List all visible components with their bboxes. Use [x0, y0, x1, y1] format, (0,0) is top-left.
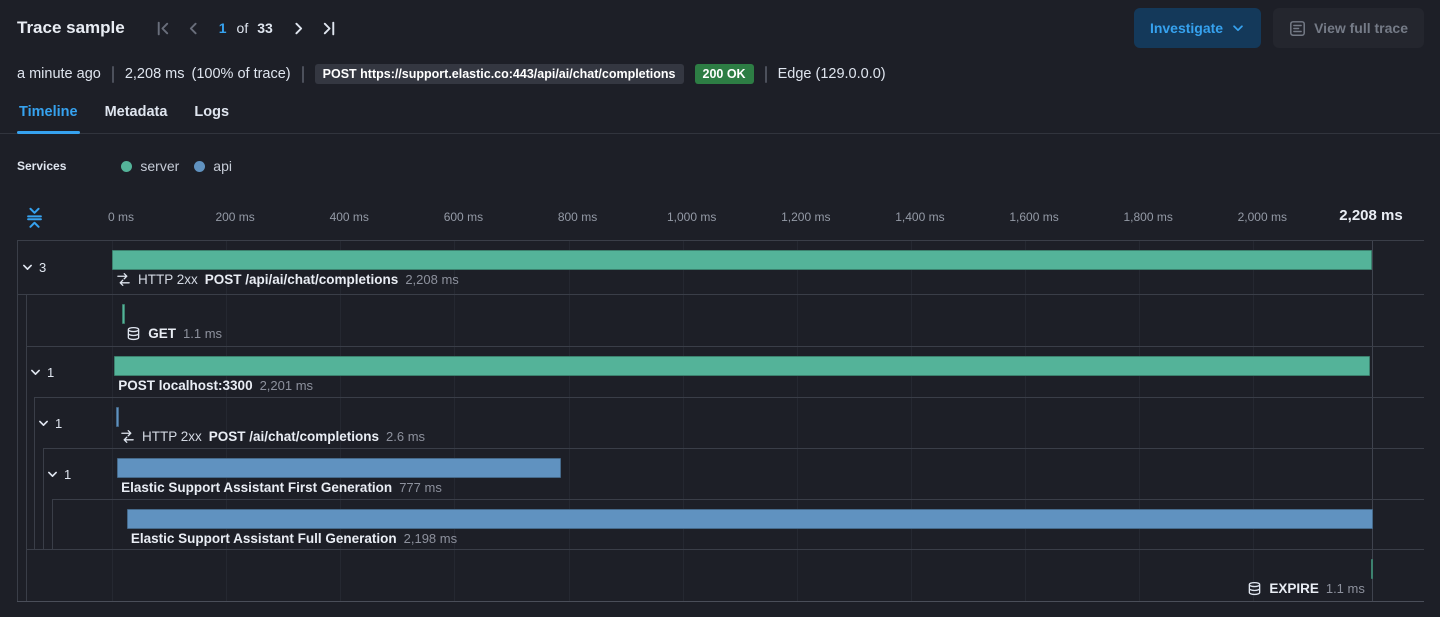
axis-tick-label: 2,000 ms	[1238, 210, 1287, 224]
row-separator	[17, 601, 1424, 602]
span-result: HTTP 2xx	[142, 429, 202, 444]
axis-tick-label: 1,000 ms	[667, 210, 716, 224]
span-bar[interactable]	[114, 356, 1370, 376]
child-count: 1	[64, 467, 71, 482]
axis-tick-label: 0 ms	[108, 210, 134, 224]
accordion-toggle[interactable]: 1	[46, 467, 71, 482]
chevron-down-icon	[29, 366, 42, 379]
database-icon	[126, 326, 141, 341]
row-separator	[43, 448, 1424, 449]
span-name: POST /api/ai/chat/completions	[205, 272, 399, 287]
child-count: 3	[39, 260, 46, 275]
accordion-toggle[interactable]: 1	[37, 416, 62, 431]
span-result: HTTP 2xx	[138, 272, 198, 287]
child-count: 1	[55, 416, 62, 431]
row-separator	[17, 240, 1424, 241]
span-name: Elastic Support Assistant Full Generatio…	[131, 531, 397, 546]
span-label[interactable]: HTTP 2xx POST /ai/chat/completions 2.6 ms	[120, 429, 425, 444]
span-duration: 1.1 ms	[1326, 581, 1365, 596]
span-bar[interactable]	[1371, 559, 1373, 579]
waterfall-chart: 0 ms 200 ms 400 ms 600 ms 800 ms 1,000 ms 1,20…	[0, 0, 1440, 617]
axis-tick-label: 800 ms	[558, 210, 597, 224]
span-label[interactable]: Elastic Support Assistant First Generati…	[121, 480, 442, 495]
span-name: GET	[148, 326, 176, 341]
span-duration: 777 ms	[399, 480, 442, 495]
row-separator	[26, 346, 1424, 347]
span-label[interactable]: Elastic Support Assistant Full Generatio…	[131, 531, 457, 546]
span-bar[interactable]	[112, 250, 1372, 270]
span-label[interactable]: HTTP 2xx POST /api/ai/chat/completions 2,2…	[116, 272, 459, 287]
axis-tick-label: 400 ms	[330, 210, 369, 224]
database-icon	[1247, 581, 1262, 596]
trace-sample-panel: Trace sample 1 of 33 Investigate	[0, 0, 1440, 617]
accordion-toggle[interactable]: 3	[21, 260, 46, 275]
axis-tick-label: 1,400 ms	[895, 210, 944, 224]
span-label[interactable]: POST localhost:3300 2,201 ms	[118, 378, 313, 393]
span-name: POST localhost:3300	[118, 378, 252, 393]
span-bar[interactable]	[116, 407, 119, 427]
axis-tick-label: 1,800 ms	[1123, 210, 1172, 224]
span-label[interactable]: GET 1.1 ms	[126, 326, 222, 341]
accordion-toggle[interactable]: 1	[29, 365, 54, 380]
span-label[interactable]: EXPIRE 1.1 ms	[1247, 581, 1365, 596]
indent-guide	[43, 448, 44, 549]
row-separator	[34, 397, 1424, 398]
axis-tick-label: 1,200 ms	[781, 210, 830, 224]
span-duration: 1.1 ms	[183, 326, 222, 341]
row-separator	[18, 294, 1424, 295]
indent-guide	[26, 294, 27, 601]
span-duration: 2,201 ms	[260, 378, 313, 393]
indent-guide	[34, 397, 35, 549]
span-duration: 2,198 ms	[404, 531, 457, 546]
span-bar[interactable]	[117, 458, 560, 478]
axis-end-label: 2,208 ms	[1339, 207, 1402, 224]
span-bar[interactable]	[122, 304, 125, 324]
indent-guide	[52, 499, 53, 549]
chevron-down-icon	[37, 417, 50, 430]
child-count: 1	[47, 365, 54, 380]
span-name: EXPIRE	[1269, 581, 1319, 596]
row-separator	[26, 549, 1424, 550]
transaction-icon	[120, 429, 135, 444]
span-name: POST /ai/chat/completions	[209, 429, 379, 444]
span-bar[interactable]	[127, 509, 1373, 529]
axis-tick-label: 600 ms	[444, 210, 483, 224]
axis-tick-label: 200 ms	[215, 210, 254, 224]
axis-tick-label: 1,600 ms	[1009, 210, 1058, 224]
span-duration: 2,208 ms	[405, 272, 458, 287]
row-separator	[52, 499, 1424, 500]
chevron-down-icon	[21, 261, 34, 274]
transaction-icon	[116, 272, 131, 287]
span-name: Elastic Support Assistant First Generati…	[121, 480, 392, 495]
span-duration: 2.6 ms	[386, 429, 425, 444]
chevron-down-icon	[46, 468, 59, 481]
